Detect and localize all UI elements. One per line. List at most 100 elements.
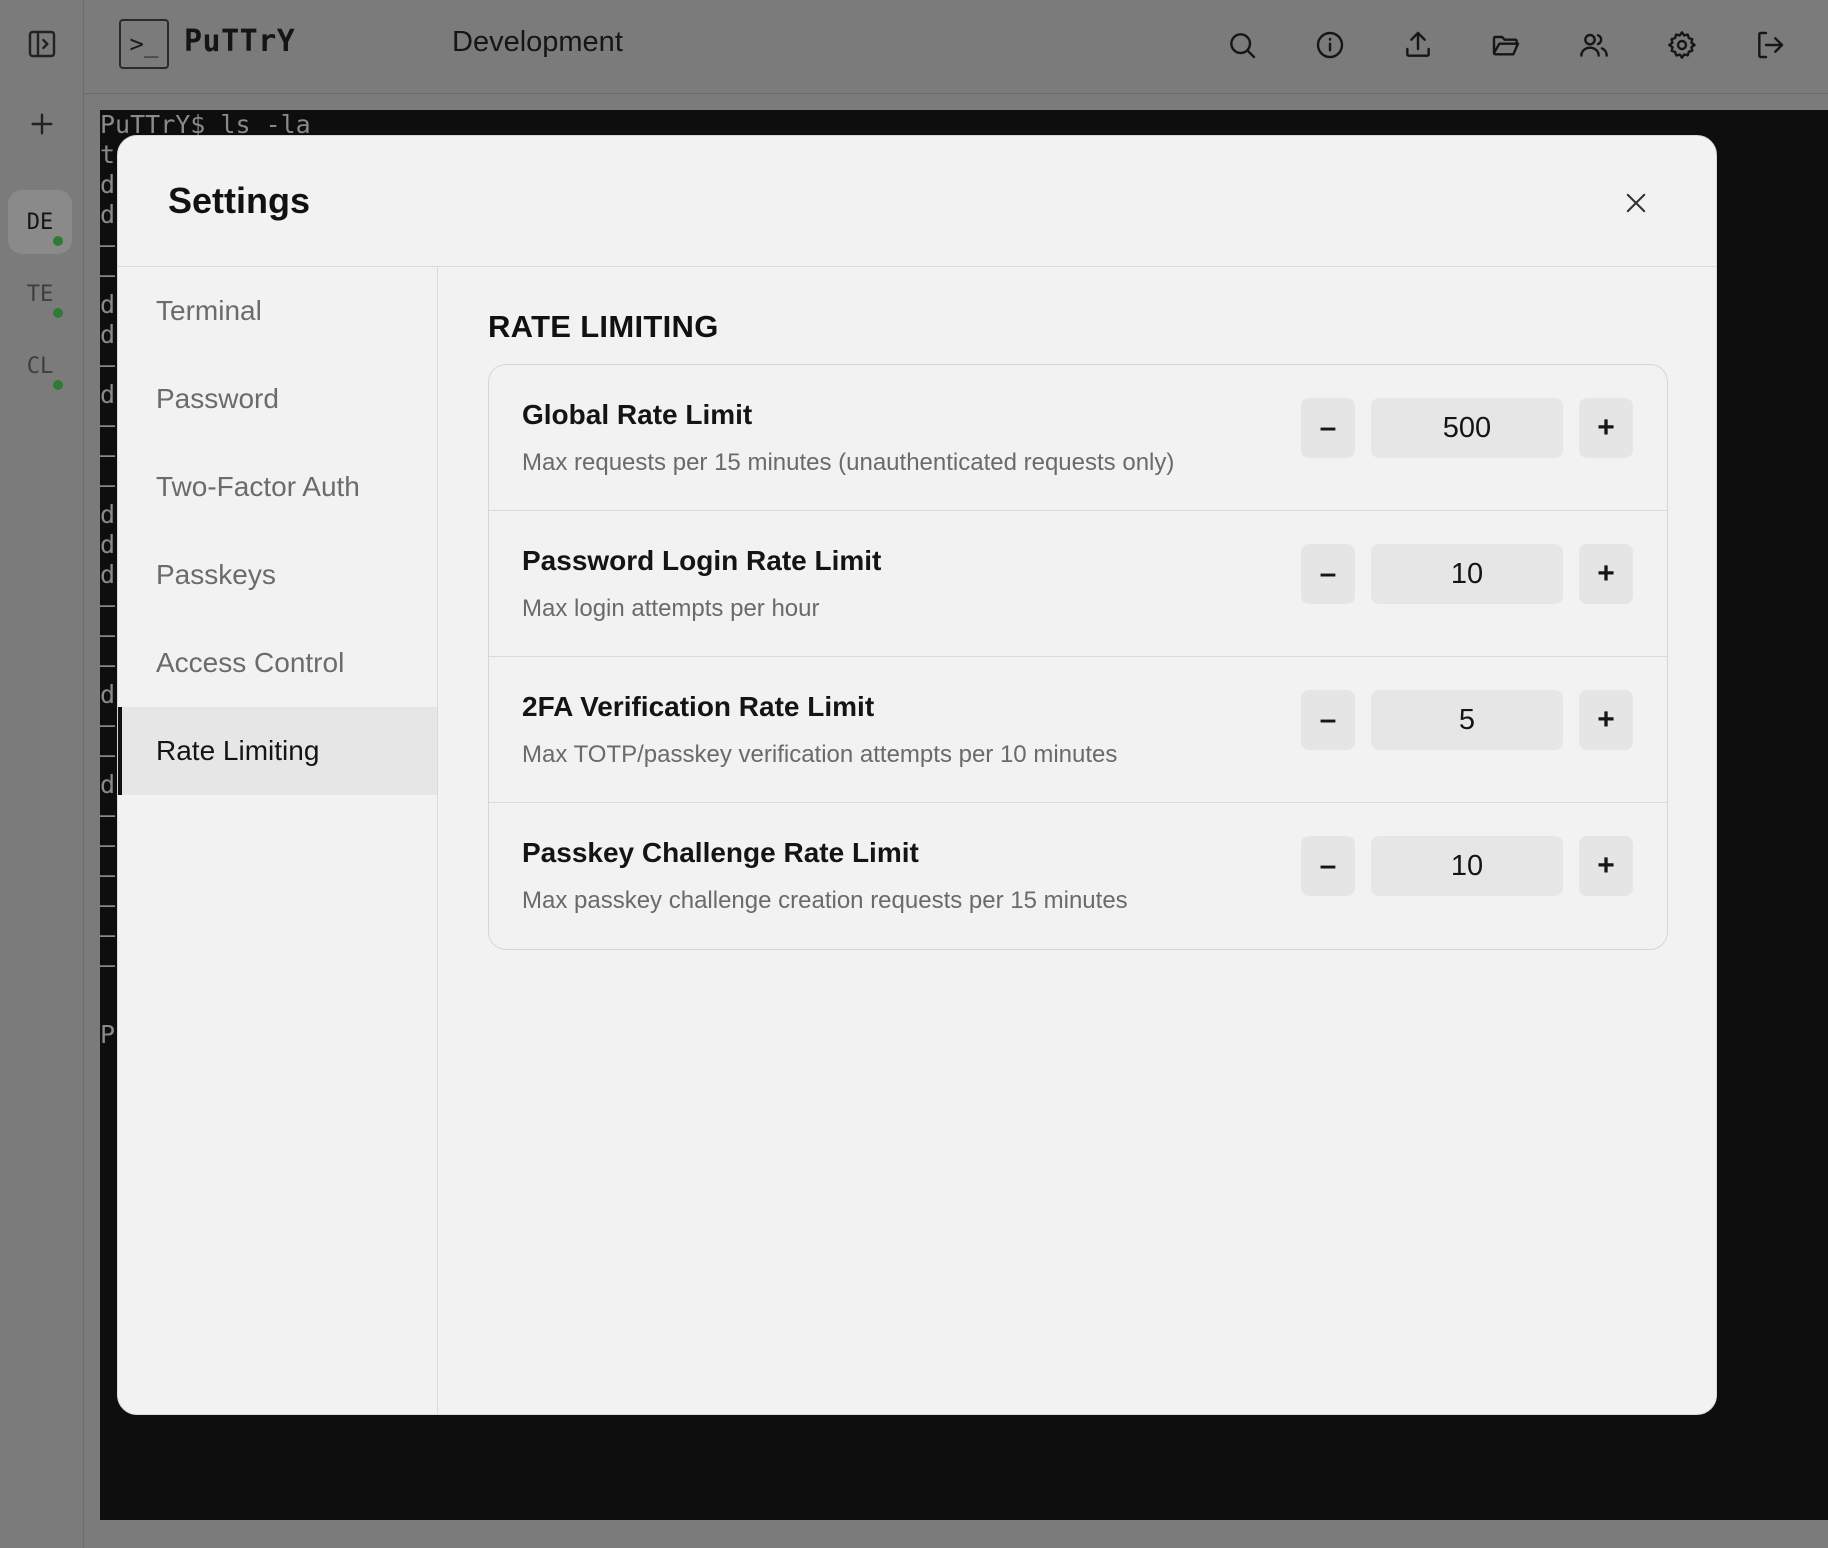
terminal-line: d bbox=[100, 530, 116, 559]
session-rail: DE TE CL bbox=[0, 0, 84, 1548]
session-tab-label: CL bbox=[26, 353, 54, 379]
setting-title: Global Rate Limit bbox=[522, 399, 753, 430]
terminal-line: d bbox=[100, 320, 116, 349]
upload-icon bbox=[1406, 31, 1430, 57]
2fa-verification-rate-limit-input[interactable]: 5 bbox=[1371, 690, 1563, 750]
decrement-button[interactable]: – bbox=[1301, 690, 1355, 750]
status-dot bbox=[53, 308, 63, 318]
setting-row-2fa-verification-rate-limit: 2FA Verification Rate Limit Max TOTP/pas… bbox=[489, 657, 1667, 803]
decrement-button[interactable]: – bbox=[1301, 544, 1355, 604]
info-icon bbox=[1316, 31, 1344, 59]
setting-description: Max requests per 15 minutes (unauthentic… bbox=[522, 449, 1175, 476]
terminal-line: t bbox=[100, 140, 116, 169]
plus-icon bbox=[31, 113, 53, 135]
session-tab-de[interactable]: DE bbox=[8, 190, 72, 254]
terminal-line: d bbox=[100, 770, 116, 799]
terminal-line: – bbox=[100, 860, 116, 889]
nav-item-password[interactable]: Password bbox=[118, 355, 437, 443]
terminal-line: – bbox=[100, 920, 116, 949]
terminal-line: d bbox=[100, 500, 116, 529]
terminal-line: P bbox=[100, 1020, 116, 1049]
setting-title: Password Login Rate Limit bbox=[522, 545, 882, 576]
setting-row-global-rate-limit: Global Rate Limit Max requests per 15 mi… bbox=[489, 365, 1667, 511]
nav-item-passkeys[interactable]: Passkeys bbox=[118, 531, 437, 619]
bottom-strip bbox=[84, 1520, 1828, 1548]
settings-modal: Settings Terminal Password Two-Factor Au… bbox=[117, 135, 1717, 1415]
setting-description: Max passkey challenge creation requests … bbox=[522, 887, 1128, 914]
upload-button[interactable] bbox=[1395, 22, 1441, 68]
setting-row-passkey-challenge-rate-limit: Passkey Challenge Rate Limit Max passkey… bbox=[489, 803, 1667, 949]
terminal-line: – bbox=[100, 260, 116, 289]
terminal-line: d bbox=[100, 290, 116, 319]
terminal-line: – bbox=[100, 830, 116, 859]
open-folder-button[interactable] bbox=[1483, 22, 1529, 68]
increment-button[interactable]: + bbox=[1579, 690, 1633, 750]
terminal-line: – bbox=[100, 410, 116, 439]
terminal-line: d bbox=[100, 680, 116, 709]
session-title: Development bbox=[452, 26, 623, 58]
session-tab-label: DE bbox=[26, 209, 54, 235]
nav-item-terminal[interactable]: Terminal bbox=[118, 267, 437, 355]
increment-button[interactable]: + bbox=[1579, 836, 1633, 896]
nav-item-two-factor-auth[interactable]: Two-Factor Auth bbox=[118, 443, 437, 531]
terminal-line: d bbox=[100, 560, 116, 589]
modal-title: Settings bbox=[168, 180, 311, 221]
terminal-line: – bbox=[100, 800, 116, 829]
rate-limit-card: Global Rate Limit Max requests per 15 mi… bbox=[488, 364, 1668, 950]
status-dot bbox=[53, 380, 63, 390]
session-tab-label: TE bbox=[26, 281, 54, 307]
new-session-button[interactable] bbox=[14, 96, 70, 152]
decrement-button[interactable]: – bbox=[1301, 398, 1355, 458]
password-login-rate-limit-input[interactable]: 10 bbox=[1371, 544, 1563, 604]
passkey-challenge-rate-limit-input[interactable]: 10 bbox=[1371, 836, 1563, 896]
terminal-line: – bbox=[100, 620, 116, 649]
terminal-line: d bbox=[100, 170, 116, 199]
toggle-sidebar-button[interactable] bbox=[14, 16, 70, 72]
setting-title: Passkey Challenge Rate Limit bbox=[522, 837, 919, 868]
terminal-line: – bbox=[100, 470, 116, 499]
session-tab-cl[interactable]: CL bbox=[8, 334, 72, 398]
close-icon bbox=[1626, 193, 1646, 213]
decrement-button[interactable]: – bbox=[1301, 836, 1355, 896]
terminal-line: – bbox=[100, 740, 116, 769]
terminal-line: – bbox=[100, 440, 116, 469]
status-dot bbox=[53, 236, 63, 246]
terminal-line: – bbox=[100, 710, 116, 739]
terminal-line: – bbox=[100, 590, 116, 619]
app-brand: PuTTrY bbox=[184, 24, 296, 59]
setting-row-password-login-rate-limit: Password Login Rate Limit Max login atte… bbox=[489, 511, 1667, 657]
nav-item-rate-limiting[interactable]: Rate Limiting bbox=[118, 707, 437, 795]
settings-button[interactable] bbox=[1659, 22, 1705, 68]
nav-item-access-control[interactable]: Access Control bbox=[118, 619, 437, 707]
increment-button[interactable]: + bbox=[1579, 398, 1633, 458]
logout-button[interactable] bbox=[1747, 22, 1793, 68]
info-button[interactable] bbox=[1307, 22, 1353, 68]
folder-icon bbox=[1492, 35, 1520, 56]
search-button[interactable] bbox=[1219, 22, 1265, 68]
terminal-line: – bbox=[100, 950, 116, 979]
terminal-logo-icon: >_ bbox=[129, 30, 159, 58]
session-tab-te[interactable]: TE bbox=[8, 262, 72, 326]
settings-icon bbox=[1668, 31, 1696, 59]
users-button[interactable] bbox=[1571, 22, 1617, 68]
global-rate-limit-input[interactable]: 500 bbox=[1371, 398, 1563, 458]
increment-button[interactable]: + bbox=[1579, 544, 1633, 604]
setting-description: Max TOTP/passkey verification attempts p… bbox=[522, 741, 1118, 768]
terminal-line: d bbox=[100, 200, 116, 229]
search-icon bbox=[1230, 33, 1256, 59]
setting-description: Max login attempts per hour bbox=[522, 595, 820, 622]
logo: >_ bbox=[119, 19, 169, 69]
setting-title: 2FA Verification Rate Limit bbox=[522, 691, 875, 722]
section-title: RATE LIMITING bbox=[488, 309, 719, 344]
terminal-line: – bbox=[100, 650, 116, 679]
terminal-line: – bbox=[100, 350, 116, 379]
modal-header: Settings bbox=[118, 136, 1716, 267]
settings-content: RATE LIMITING Global Rate Limit Max requ… bbox=[438, 267, 1716, 1414]
sidebar-toggle-icon bbox=[28, 30, 56, 58]
top-bar: >_ PuTTrY Development bbox=[84, 0, 1828, 94]
users-icon bbox=[1580, 33, 1608, 57]
settings-nav: Terminal Password Two-Factor Auth Passke… bbox=[118, 267, 438, 1414]
terminal-line: d bbox=[100, 380, 116, 409]
terminal-line: – bbox=[100, 890, 116, 919]
close-button[interactable] bbox=[1618, 185, 1654, 221]
